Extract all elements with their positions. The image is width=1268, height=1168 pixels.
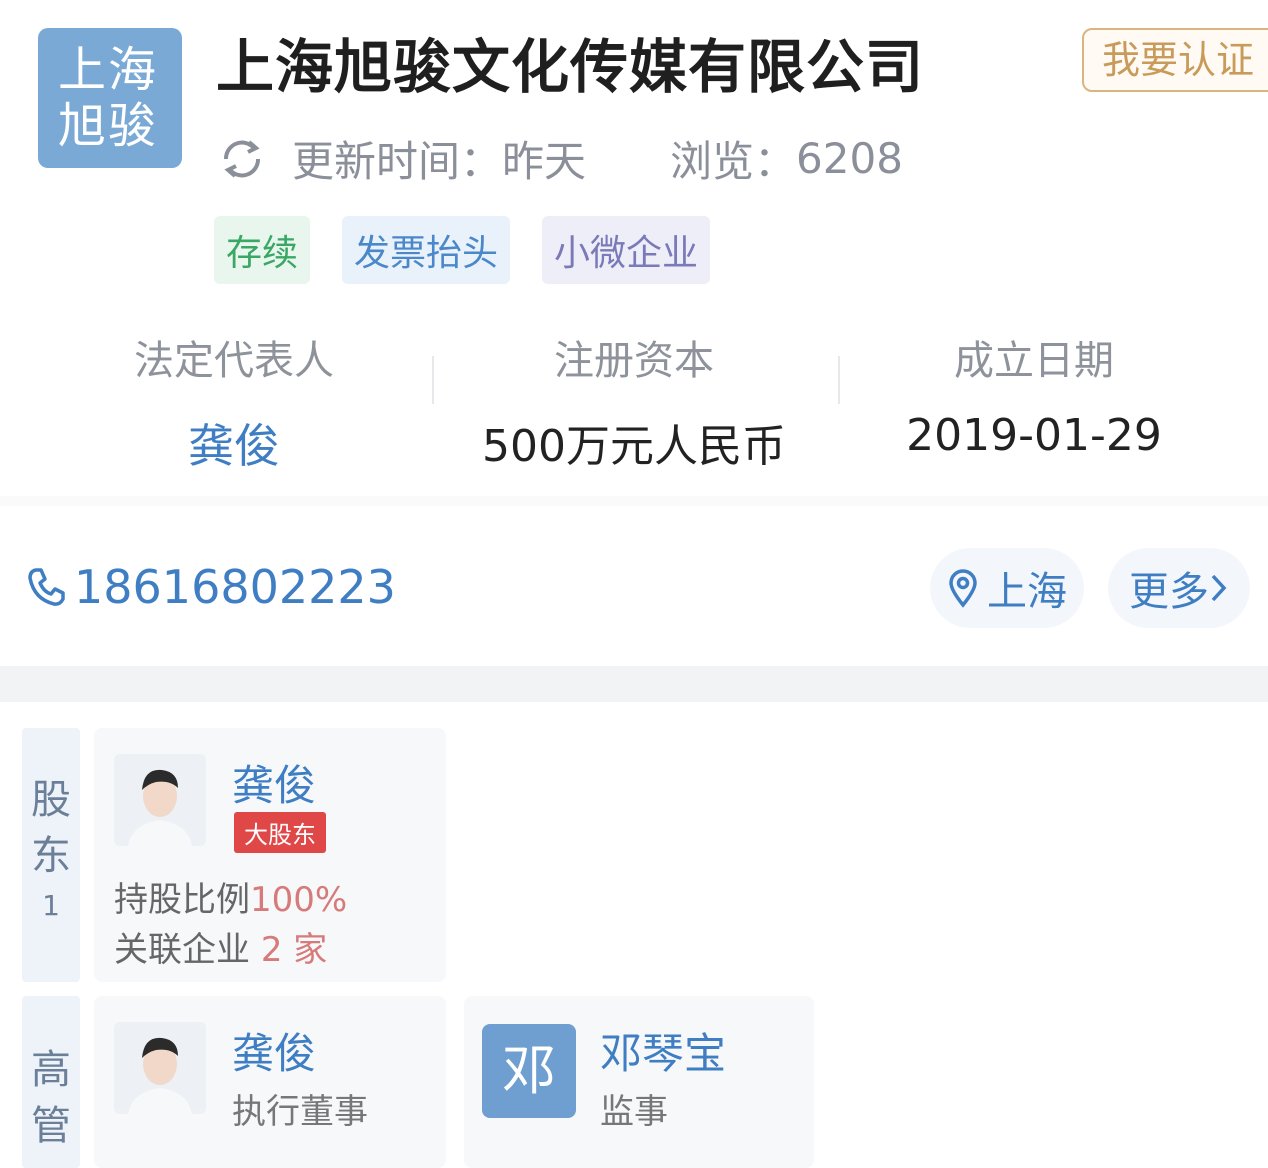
avatar: 邓 [482, 1024, 576, 1118]
logo-text-line1: 上海 [58, 42, 159, 98]
tag-invoice[interactable]: 发票抬头 [342, 216, 511, 284]
executive-name[interactable]: 龚俊 [232, 1020, 316, 1081]
location-pin-icon [949, 569, 977, 608]
tab-shareholders[interactable]: 股 东 1 [22, 728, 80, 982]
executive-role: 监事 [600, 1092, 668, 1132]
share-ratio: 持股比例100% [114, 872, 347, 921]
logo-text-line2: 旭骏 [58, 98, 159, 154]
establish-date: 成立日期 2019-01-29 [834, 320, 1234, 461]
info-value: 500万元人民币 [482, 421, 786, 472]
shareholder-name[interactable]: 龚俊 [232, 752, 316, 813]
basic-info-row: 法定代表人 龚俊 注册资本 500万元人民币 成立日期 2019-01-29 [34, 320, 1234, 473]
executive-card[interactable]: 龚俊 执行董事 [94, 996, 446, 1168]
chevron-right-icon [1211, 574, 1227, 602]
info-label: 成立日期 [954, 338, 1114, 384]
shareholder-count: 1 [42, 889, 60, 922]
major-shareholder-badge: 大股东 [234, 812, 326, 853]
tab-text: 高 [31, 1047, 71, 1093]
more-label: 更多 [1129, 569, 1209, 615]
executive-card[interactable]: 邓 邓琴宝 监事 [464, 996, 814, 1168]
avatar [114, 1022, 206, 1114]
info-label: 法定代表人 [134, 338, 334, 384]
share-ratio-value: 100% [250, 880, 348, 920]
location-button[interactable]: 上海 [930, 548, 1084, 628]
tab-executives[interactable]: 高 管 [22, 996, 80, 1168]
status-tags: 存续 发票抬头 小微企业 [214, 216, 711, 284]
views-label: 浏览： [670, 137, 797, 186]
related-label: 关联企业 [114, 930, 250, 970]
related-count: 2 [260, 930, 283, 970]
tag-status: 存续 [214, 216, 311, 284]
executive-name[interactable]: 邓琴宝 [600, 1020, 726, 1081]
executive-role: 执行董事 [232, 1092, 368, 1132]
tab-text: 股 [31, 777, 71, 823]
registered-capital: 注册资本 500万元人民币 [434, 320, 834, 472]
more-button[interactable]: 更多 [1108, 548, 1250, 628]
person-photo-icon [114, 1022, 206, 1114]
phone-link[interactable]: 18616802223 [24, 560, 396, 614]
meta-row: 更新时间： 昨天 浏览： 6208 [216, 128, 903, 189]
update-label: 更新时间： [292, 137, 503, 186]
phone-icon [28, 568, 65, 606]
tab-text: 东 [31, 833, 71, 879]
tab-text: 管 [31, 1103, 71, 1149]
related-companies[interactable]: 关联企业 2 家 [114, 922, 327, 971]
legal-representative: 法定代表人 龚俊 [34, 320, 434, 473]
company-name: 上海旭骏文化传媒有限公司 [216, 33, 925, 101]
refresh-icon[interactable] [216, 133, 268, 185]
share-ratio-label: 持股比例 [114, 880, 250, 920]
divider [0, 496, 1268, 506]
related-unit: 家 [293, 930, 328, 970]
views-value: 6208 [796, 134, 903, 183]
person-photo-icon [114, 754, 206, 846]
tag-size: 小微企业 [542, 216, 711, 284]
info-value: 2019-01-29 [906, 410, 1162, 461]
company-logo: 上海 旭骏 [38, 28, 182, 168]
avatar [114, 754, 206, 846]
certify-button[interactable]: 我要认证 [1082, 28, 1268, 92]
shareholder-card[interactable]: 龚俊 大股东 持股比例100% 关联企业 2 家 [94, 728, 446, 982]
phone-number: 18616802223 [74, 560, 396, 614]
update-value: 昨天 [502, 137, 587, 186]
legal-representative-link[interactable]: 龚俊 [34, 410, 434, 476]
location-label: 上海 [987, 569, 1067, 615]
info-label: 注册资本 [554, 338, 714, 384]
section-divider [0, 666, 1268, 702]
